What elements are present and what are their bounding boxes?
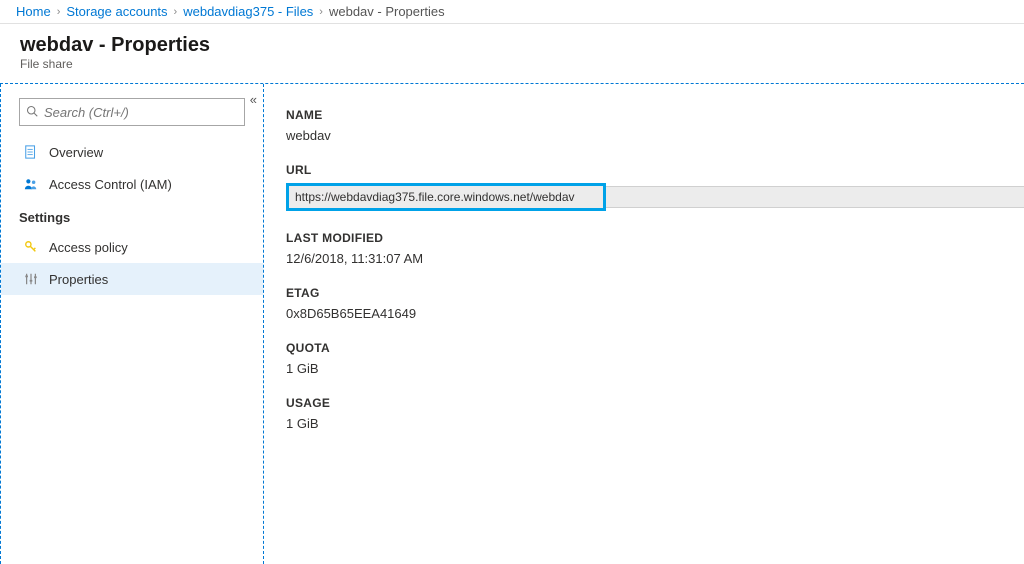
page-subtitle: File share	[20, 57, 1004, 71]
sidebar-item-label: Overview	[49, 145, 103, 160]
last-modified-value: 12/6/2018, 11:31:07 AM	[286, 251, 1024, 266]
quota-label: QUOTA	[286, 341, 1024, 355]
content-panel: NAME webdav URL LAST MODIFIED 12/6/2018,…	[264, 84, 1024, 564]
chevron-right-icon: ›	[57, 6, 61, 18]
last-modified-label: LAST MODIFIED	[286, 231, 1024, 245]
sidebar-item-label: Properties	[49, 272, 108, 287]
page-header: webdav - Properties File share	[0, 24, 1024, 77]
sliders-icon	[23, 271, 39, 287]
page-title: webdav - Properties	[20, 34, 1004, 57]
search-input[interactable]	[44, 105, 238, 120]
document-icon	[23, 144, 39, 160]
etag-value: 0x8D65B65EEA41649	[286, 306, 1024, 321]
name-label: NAME	[286, 108, 1024, 122]
breadcrumb-current: webdav - Properties	[329, 4, 445, 19]
sidebar-item-access-control[interactable]: Access Control (IAM)	[1, 168, 263, 200]
url-highlight	[286, 183, 606, 211]
sidebar-item-properties[interactable]: Properties	[1, 263, 263, 295]
name-value: webdav	[286, 128, 1024, 143]
sidebar: « Overview Access Control (IAM) Settings	[0, 84, 264, 564]
sidebar-item-access-policy[interactable]: Access policy	[1, 231, 263, 263]
search-icon	[26, 105, 38, 120]
etag-label: ETAG	[286, 286, 1024, 300]
chevron-right-icon: ›	[319, 6, 323, 18]
usage-label: USAGE	[286, 396, 1024, 410]
breadcrumb: Home › Storage accounts › webdavdiag375 …	[0, 0, 1024, 24]
url-label: URL	[286, 163, 1024, 177]
breadcrumb-home[interactable]: Home	[16, 4, 51, 19]
url-input[interactable]	[289, 186, 603, 208]
people-icon	[23, 176, 39, 192]
quota-value: 1 GiB	[286, 361, 1024, 376]
settings-section-header: Settings	[1, 200, 263, 231]
sidebar-search[interactable]	[19, 98, 245, 126]
key-icon	[23, 239, 39, 255]
chevron-right-icon: ›	[174, 6, 178, 18]
sidebar-item-label: Access Control (IAM)	[49, 177, 172, 192]
breadcrumb-files[interactable]: webdavdiag375 - Files	[183, 4, 313, 19]
usage-value: 1 GiB	[286, 416, 1024, 431]
url-field-extension	[606, 186, 1024, 208]
collapse-sidebar-icon[interactable]: «	[250, 92, 257, 107]
sidebar-item-label: Access policy	[49, 240, 128, 255]
sidebar-item-overview[interactable]: Overview	[1, 136, 263, 168]
breadcrumb-storage-accounts[interactable]: Storage accounts	[66, 4, 167, 19]
